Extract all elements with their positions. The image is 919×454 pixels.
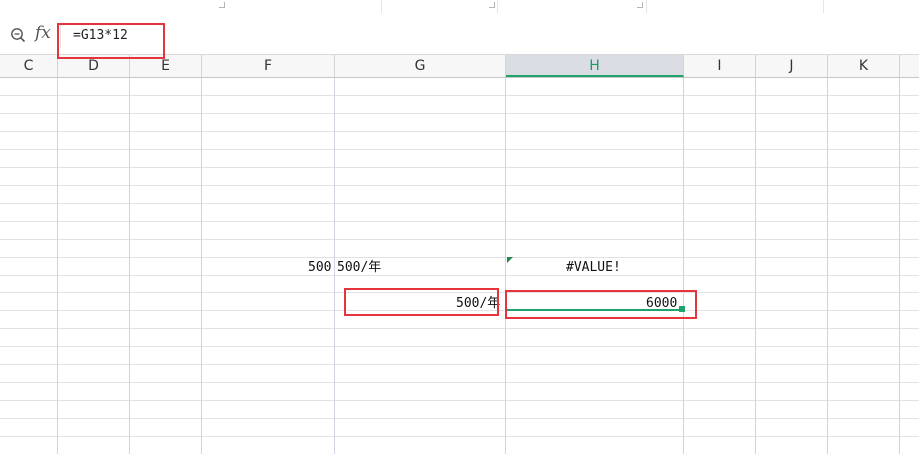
column-header-j[interactable]: J <box>756 55 828 77</box>
column-header-c[interactable]: C <box>0 55 58 77</box>
zoom-icon[interactable] <box>10 27 26 47</box>
toolbar-divider <box>497 0 498 13</box>
column-line <box>827 78 828 454</box>
column-line <box>505 78 506 454</box>
row-line <box>0 203 919 204</box>
highlight-box-formula <box>57 23 165 59</box>
column-header-g[interactable]: G <box>335 55 506 77</box>
column-header-i[interactable]: I <box>684 55 756 77</box>
toolbar-marker <box>489 2 495 8</box>
row-line <box>0 167 919 168</box>
row-line <box>0 364 919 365</box>
row-line <box>0 257 919 258</box>
toolbar-divider <box>646 0 647 13</box>
row-line <box>0 185 919 186</box>
toolbar-marker <box>637 2 643 8</box>
column-line <box>683 78 684 454</box>
row-line <box>0 436 919 437</box>
cell-f12[interactable]: 500 <box>308 259 331 277</box>
toolbar-divider <box>823 0 824 13</box>
row-line <box>0 346 919 347</box>
formula-input[interactable]: =G13*12 <box>60 24 919 48</box>
column-line <box>129 78 130 454</box>
cell-g12[interactable]: 500/年 <box>337 259 381 277</box>
cell-grid[interactable] <box>0 78 919 454</box>
row-line <box>0 400 919 401</box>
fx-icon[interactable]: fx <box>35 23 51 43</box>
column-line <box>755 78 756 454</box>
row-line <box>0 113 919 114</box>
column-header-h[interactable]: H <box>506 55 684 77</box>
column-line <box>334 78 335 454</box>
toolbar-marker <box>219 2 225 8</box>
row-line <box>0 328 919 329</box>
column-header-f[interactable]: F <box>202 55 335 77</box>
row-line <box>0 149 919 150</box>
highlight-box-g13 <box>344 288 499 316</box>
cell-h12[interactable]: #VALUE! <box>566 259 621 277</box>
column-line <box>57 78 58 454</box>
row-line <box>0 418 919 419</box>
column-line <box>899 78 900 454</box>
row-line <box>0 221 919 222</box>
highlight-box-h13 <box>505 290 697 319</box>
row-line <box>0 382 919 383</box>
toolbar-divider <box>381 0 382 13</box>
row-line <box>0 131 919 132</box>
row-line <box>0 95 919 96</box>
row-line <box>0 239 919 240</box>
row-line <box>0 275 919 276</box>
column-header-k[interactable]: K <box>828 55 900 77</box>
column-line <box>201 78 202 454</box>
error-marker-icon <box>507 257 513 263</box>
toolbar-strip <box>0 0 919 15</box>
